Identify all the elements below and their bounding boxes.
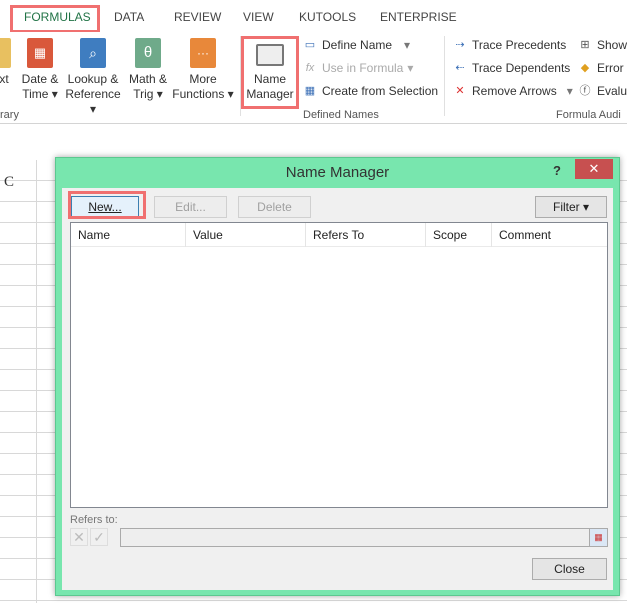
delete-button[interactable]: Delete	[238, 196, 311, 218]
confirm-check-icon[interactable]: ✓	[90, 528, 108, 546]
trace-dependents-label: Trace Dependents	[472, 61, 571, 75]
defined-names-group-label: Defined Names	[303, 109, 379, 121]
more-functions-button[interactable]: ··· More Functions ▾	[172, 38, 234, 102]
divider	[444, 36, 445, 116]
text-icon	[0, 38, 11, 68]
tab-review[interactable]: REVIEW	[174, 10, 221, 24]
close-button[interactable]: Close	[532, 558, 607, 580]
date-time-label-2: Time ▾	[22, 87, 58, 101]
trace-precedents-button[interactable]: ⇢ Trace Precedents	[452, 38, 566, 52]
column-header-c[interactable]: C	[4, 174, 14, 191]
error-checking-button[interactable]: ◆ Error	[577, 61, 624, 75]
magnifier-icon: ⌕	[80, 38, 106, 68]
column-scope[interactable]: Scope	[426, 223, 492, 247]
name-manager-highlight	[241, 36, 299, 109]
tab-data[interactable]: DATA	[114, 10, 144, 24]
refers-to-input[interactable]: ▦	[120, 528, 608, 547]
dialog-body: New... Edit... Delete Filter ▾ Name Valu…	[62, 188, 613, 590]
name-manager-dialog: Name Manager ? ✕ New... Edit... Delete F…	[55, 157, 620, 596]
tab-view[interactable]: VIEW	[243, 10, 274, 24]
more-label-1: More	[189, 72, 217, 86]
dialog-title: Name Manager	[285, 164, 390, 181]
math-trig-button[interactable]: θ Math & Trig ▾	[126, 38, 170, 102]
column-divider	[36, 160, 37, 603]
define-name-label: Define Name	[322, 38, 393, 52]
trace-dependents-icon: ⇠	[455, 62, 465, 74]
show-formulas-button[interactable]: ⊞ Show	[577, 38, 627, 52]
list-header: Name Value Refers To Scope Comment	[71, 223, 607, 247]
column-comment[interactable]: Comment	[492, 223, 607, 247]
create-from-selection-button[interactable]: ▦ Create from Selection	[302, 84, 438, 98]
column-name[interactable]: Name	[71, 223, 186, 247]
tab-enterprise[interactable]: ENTERPRISE	[380, 10, 457, 24]
evaluate-formula-button[interactable]: ⓕ Evalu	[577, 84, 627, 98]
use-in-formula-label: Use in Formula	[322, 61, 404, 75]
create-from-selection-label: Create from Selection	[322, 84, 439, 98]
remove-arrows-label: Remove Arrows	[472, 84, 557, 98]
calendar-icon: ▦	[27, 38, 53, 68]
close-dialog-button[interactable]: ✕	[575, 159, 613, 179]
math-label-1: Math &	[128, 72, 167, 86]
ribbon: xt ▦ Date & Time ▾ ⌕ Lookup & Reference …	[0, 32, 627, 124]
error-label: Error	[597, 61, 624, 75]
date-time-button[interactable]: ▦ Date & Time ▾	[18, 38, 62, 102]
help-button[interactable]: ?	[553, 163, 561, 178]
text-button[interactable]: xt	[0, 38, 14, 87]
ellipsis-icon: ···	[190, 38, 216, 68]
column-refers-to[interactable]: Refers To	[306, 223, 426, 247]
chevron-down-icon: ▾	[407, 61, 414, 75]
cancel-x-icon[interactable]: ✕	[70, 528, 88, 546]
chevron-down-icon: ▾	[566, 84, 573, 98]
evaluate-fx-icon: ⓕ	[579, 85, 591, 97]
fx-icon: fx	[305, 62, 315, 74]
lookup-label-1: Lookup &	[67, 72, 119, 86]
evaluate-label: Evalu	[597, 84, 627, 98]
column-value[interactable]: Value	[186, 223, 306, 247]
names-list[interactable]: Name Value Refers To Scope Comment	[70, 222, 608, 508]
theta-icon: θ	[135, 38, 161, 68]
error-warning-icon: ◆	[580, 62, 590, 74]
text-label: xt	[0, 72, 9, 86]
remove-arrows-button[interactable]: ✕ Remove Arrows ▾	[452, 84, 573, 98]
show-formulas-icon: ⊞	[580, 39, 590, 51]
edit-button[interactable]: Edit...	[154, 196, 227, 218]
filter-button[interactable]: Filter ▾	[535, 196, 607, 218]
date-time-label-1: Date &	[21, 72, 59, 86]
remove-arrows-icon: ✕	[455, 85, 465, 97]
function-library-group-label: rary	[0, 109, 19, 121]
trace-precedents-icon: ⇢	[455, 39, 465, 51]
range-select-icon[interactable]: ▦	[589, 529, 607, 546]
chevron-down-icon: ▾	[404, 38, 411, 52]
more-label-2: Functions ▾	[172, 87, 234, 101]
refers-to-label: Refers to:	[70, 514, 118, 526]
math-label-2: Trig ▾	[133, 87, 163, 101]
formulas-tab-highlight	[10, 5, 100, 33]
trace-dependents-button[interactable]: ⇠ Trace Dependents	[452, 61, 570, 75]
lookup-label-2: Reference ▾	[65, 87, 121, 116]
table-icon: ▦	[304, 85, 316, 97]
new-button-highlight	[68, 191, 146, 219]
trace-precedents-label: Trace Precedents	[472, 38, 567, 52]
lookup-reference-button[interactable]: ⌕ Lookup & Reference ▾	[62, 38, 124, 117]
show-label: Show	[597, 38, 627, 52]
define-name-button[interactable]: ▭ Define Name ▾	[302, 38, 410, 52]
use-in-formula-button[interactable]: fx Use in Formula ▾	[302, 61, 414, 75]
name-tag-icon: ▭	[304, 39, 316, 51]
formula-auditing-group-label: Formula Audi	[556, 109, 621, 121]
tab-kutools[interactable]: KUTOOLS	[299, 10, 356, 24]
